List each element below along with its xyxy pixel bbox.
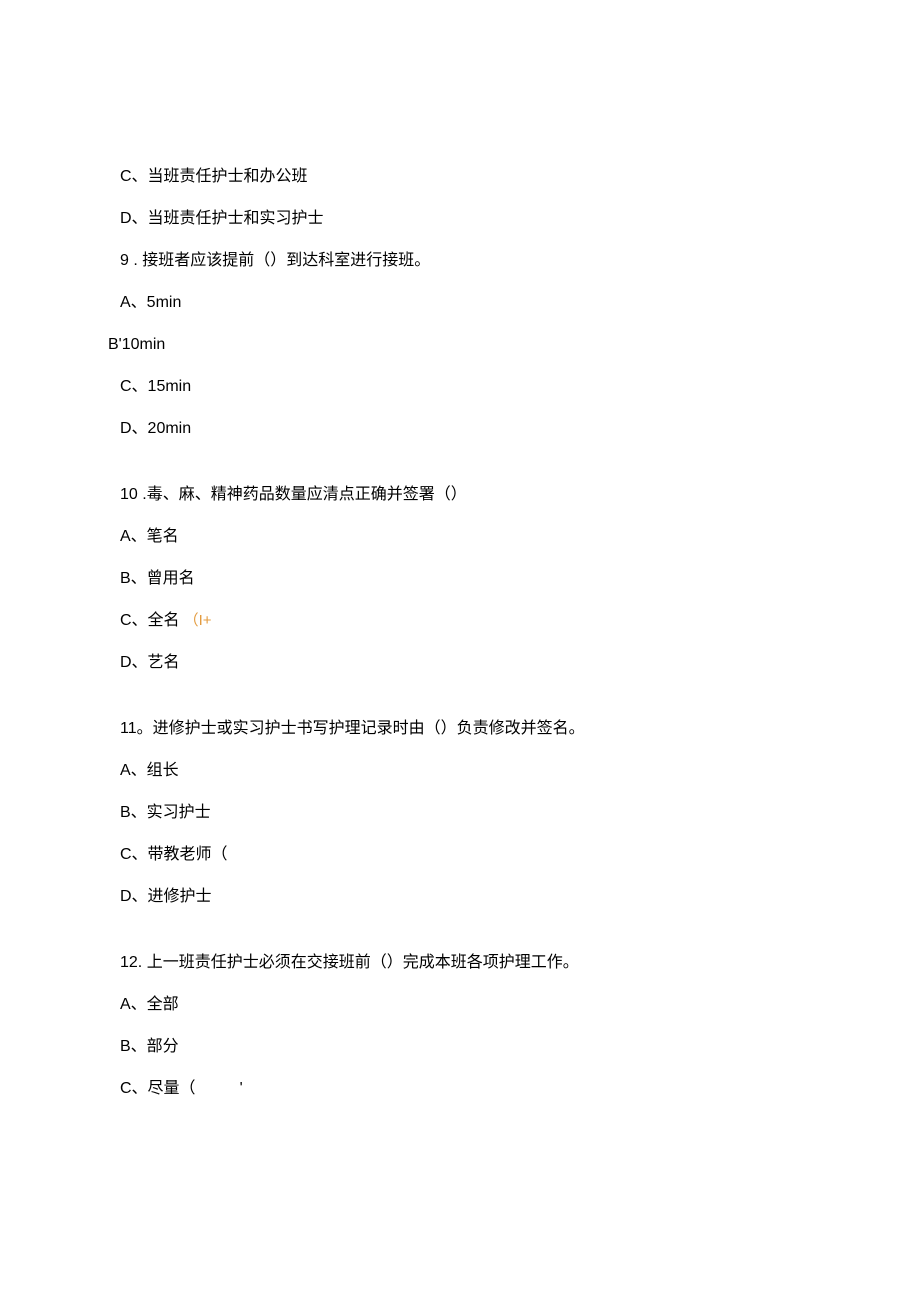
q11-option-a: A、组长	[120, 759, 800, 783]
q10-option-a: A、笔名	[120, 525, 800, 549]
q10-option-d: D、艺名	[120, 651, 800, 675]
question-10: 10 .毒、麻、精神药品数量应清点正确并签署（）	[120, 483, 800, 507]
line-c-option: C、当班责任护士和办公班	[120, 165, 800, 189]
line-d-option: D、当班责任护士和实习护士	[120, 207, 800, 231]
q10-option-b: B、曾用名	[120, 567, 800, 591]
spacer	[120, 927, 800, 951]
q9-option-b: B'10min	[108, 333, 800, 357]
q9-option-c: C、15min	[120, 375, 800, 399]
q9-option-d: D、20min	[120, 417, 800, 441]
q11-option-c: C、带教老师（	[120, 843, 800, 867]
q12-option-b: B、部分	[120, 1035, 800, 1059]
q10-option-c: C、全名（I+	[120, 609, 800, 633]
question-9: 9 . 接班者应该提前（）到达科室进行接班。	[120, 249, 800, 273]
q11-option-d: D、进修护士	[120, 885, 800, 909]
spacer	[120, 693, 800, 717]
question-11: 11。进修护士或实习护士书写护理记录时由（）负责修改并签名。	[120, 717, 800, 741]
annotation-text: （I+	[184, 612, 212, 629]
trailing-mark: '	[240, 1080, 243, 1097]
q9-option-a: A、5min	[120, 291, 800, 315]
spacer	[120, 459, 800, 483]
q12-option-a: A、全部	[120, 993, 800, 1017]
q12-option-c: C、尽量（'	[120, 1077, 800, 1101]
document-page: C、当班责任护士和办公班 D、当班责任护士和实习护士 9 . 接班者应该提前（）…	[0, 0, 920, 1219]
question-12: 12. 上一班责任护士必须在交接班前（）完成本班各项护理工作。	[120, 951, 800, 975]
q11-option-b: B、实习护士	[120, 801, 800, 825]
